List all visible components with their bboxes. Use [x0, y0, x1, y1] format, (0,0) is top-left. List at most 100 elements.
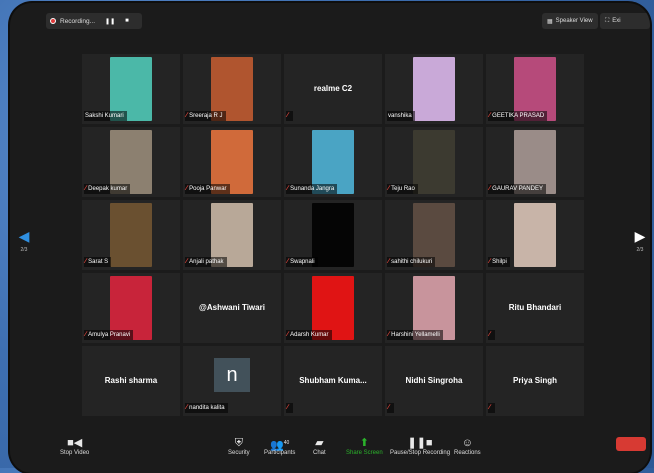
zoom-window: Recording... ❚❚ ■ ▦ Speaker View ⛶ Exi ◀… [10, 3, 650, 473]
muted-mic-icon: ∕ [287, 112, 289, 119]
end-meeting-button[interactable] [616, 437, 646, 451]
participant-tile[interactable]: ∕ Anjali pathak [183, 200, 281, 270]
prev-page-button[interactable]: ◀ 2/3 [18, 228, 30, 258]
participant-display-name: Nidhi Singroha [405, 376, 463, 385]
fullscreen-icon: ⛶ [605, 17, 610, 24]
stop-video-button[interactable]: ■◀ Stop Video [60, 436, 89, 456]
participant-tile[interactable]: realme C2 ∕ [284, 54, 382, 124]
participant-video [413, 130, 455, 194]
participant-name: Deepak kumar [88, 186, 128, 192]
share-screen-button[interactable]: ⬆ Share Screen [346, 436, 383, 456]
page-indicator-left: 2/3 [20, 247, 28, 253]
muted-mic-icon: ∕ [489, 112, 491, 119]
muted-mic-icon: ∕ [186, 258, 188, 265]
participant-tile[interactable]: ∕ Sarat S [82, 200, 180, 270]
participant-tile[interactable]: Ritu Bhandari ∕ [486, 273, 584, 343]
participant-tile[interactable]: vanshika [385, 54, 483, 124]
participant-tile[interactable]: Shubham Kuma... ∕ [284, 346, 382, 416]
participant-tile[interactable]: ∕ Harshini Yellamelli [385, 273, 483, 343]
participant-name-label: ∕ Adarsh Kumar [286, 330, 332, 340]
participant-name: Teju Rao [391, 186, 415, 192]
participant-tile[interactable]: ∕ Teju Rao [385, 127, 483, 197]
participant-name: Sarat S [88, 259, 109, 265]
grid-icon: ▦ [547, 18, 553, 25]
participants-label: Participants [264, 450, 296, 456]
muted-mic-icon: ∕ [287, 185, 289, 192]
participant-name-label: ∕ [286, 403, 294, 413]
chat-icon: ▰ [315, 437, 324, 449]
pause-stop-recording-button[interactable]: ❚❚■ Pause/Stop Recording [390, 436, 450, 456]
next-page-button[interactable]: ▶ 2/3 [634, 228, 646, 258]
participant-tile[interactable]: Rashi sharma [82, 346, 180, 416]
participant-tile[interactable]: ∕ GAURAV PANDEY [486, 127, 584, 197]
reactions-button[interactable]: ☺ Reactions [454, 436, 481, 456]
stop-video-label: Stop Video [60, 450, 90, 456]
record-dot-icon [50, 18, 56, 24]
participant-name: Pooja Panwar [189, 186, 227, 192]
participant-name: vanshika [388, 113, 412, 119]
pause-icon[interactable]: ❚❚ [105, 18, 115, 25]
participant-name-label: ∕ Teju Rao [387, 184, 418, 194]
participant-tile[interactable]: ∕ Sunanda Jangra [284, 127, 382, 197]
share-screen-label: Share Screen [346, 450, 383, 456]
participant-video [514, 203, 556, 267]
participant-tile[interactable]: ∕ Deepak kumar [82, 127, 180, 197]
participant-name-label: ∕ Shilpi [488, 257, 510, 267]
muted-mic-icon: ∕ [186, 112, 188, 119]
participant-name: Harshini Yellamelli [391, 332, 440, 338]
participant-display-name: @Ashwani Tiwari [199, 303, 265, 312]
participant-name-label: ∕ Deepak kumar [84, 184, 131, 194]
participant-name: Shilpi [492, 259, 507, 265]
participant-name: Amulya Pranavi [88, 332, 131, 338]
muted-mic-icon: ∕ [85, 185, 87, 192]
muted-mic-icon: ∕ [489, 185, 491, 192]
participant-name-label: ∕ Sarat S [84, 257, 112, 267]
participant-name-label: ∕ [387, 403, 395, 413]
muted-mic-icon: ∕ [287, 331, 289, 338]
muted-mic-icon: ∕ [489, 258, 491, 265]
participant-tile[interactable]: ∕ Shilpi [486, 200, 584, 270]
recording-label-toolbar: Pause/Stop Recording [390, 450, 451, 456]
participant-tile[interactable]: Priya Singh ∕ [486, 346, 584, 416]
muted-mic-icon: ∕ [287, 404, 289, 411]
participant-name: Sakshi Kumari [85, 113, 124, 119]
participant-tile[interactable]: ∕ Sreeraja R J [183, 54, 281, 124]
participant-video [413, 57, 455, 121]
security-button[interactable]: ⛨ Security [228, 436, 250, 456]
top-bar: Recording... ❚❚ ■ ▦ Speaker View ⛶ Exi [10, 3, 650, 31]
participant-name-label: vanshika [387, 111, 415, 121]
reactions-label: Reactions [454, 450, 481, 456]
participant-name-label: ∕ [286, 111, 294, 121]
participant-tile[interactable]: ∕ sahithi chilukuri [385, 200, 483, 270]
meeting-toolbar: ■◀ Stop Video ⛨ Security 👥40 Participant… [10, 428, 650, 473]
pause-stop-icon: ❚❚■ [407, 437, 433, 449]
speaker-view-button[interactable]: ▦ Speaker View [542, 13, 598, 29]
participant-tile[interactable]: ∕ Swapnali [284, 200, 382, 270]
shield-icon: ⛨ [234, 437, 243, 449]
exit-fullscreen-button[interactable]: ⛶ Exi [600, 13, 650, 29]
participant-tile[interactable]: ∕ Amulya Pranavi [82, 273, 180, 343]
participant-video [110, 203, 152, 267]
smiley-icon: ☺ [461, 437, 473, 449]
participants-button[interactable]: 👥40 Participants [264, 436, 295, 456]
participant-tile[interactable]: Nidhi Singroha ∕ [385, 346, 483, 416]
participant-display-name: realme C2 [313, 84, 353, 93]
participant-tile[interactable]: n ∕ nandita kalita [183, 346, 281, 416]
recording-label: Recording... [60, 17, 96, 25]
muted-mic-icon: ∕ [85, 258, 87, 265]
participant-tile[interactable]: @Ashwani Tiwari [183, 273, 281, 343]
participant-name-label: ∕ sahithi chilukuri [387, 257, 436, 267]
recording-indicator[interactable]: Recording... ❚❚ ■ [46, 13, 142, 29]
exit-label: Exi [612, 18, 621, 24]
security-label: Security [228, 450, 250, 456]
muted-mic-icon: ∕ [388, 404, 390, 411]
participant-name-label: ∕ Amulya Pranavi [84, 330, 134, 340]
participant-tile[interactable]: ∕ Pooja Panwar [183, 127, 281, 197]
participant-name: Anjali pathak [189, 259, 224, 265]
chat-button[interactable]: ▰ Chat [313, 436, 326, 456]
participant-tile[interactable]: Sakshi Kumari [82, 54, 180, 124]
participant-tile[interactable]: ∕ Adarsh Kumar [284, 273, 382, 343]
stop-icon[interactable]: ■ [125, 18, 129, 24]
participant-tile[interactable]: ∕ GEETIKA PRASAD [486, 54, 584, 124]
muted-mic-icon: ∕ [287, 258, 289, 265]
